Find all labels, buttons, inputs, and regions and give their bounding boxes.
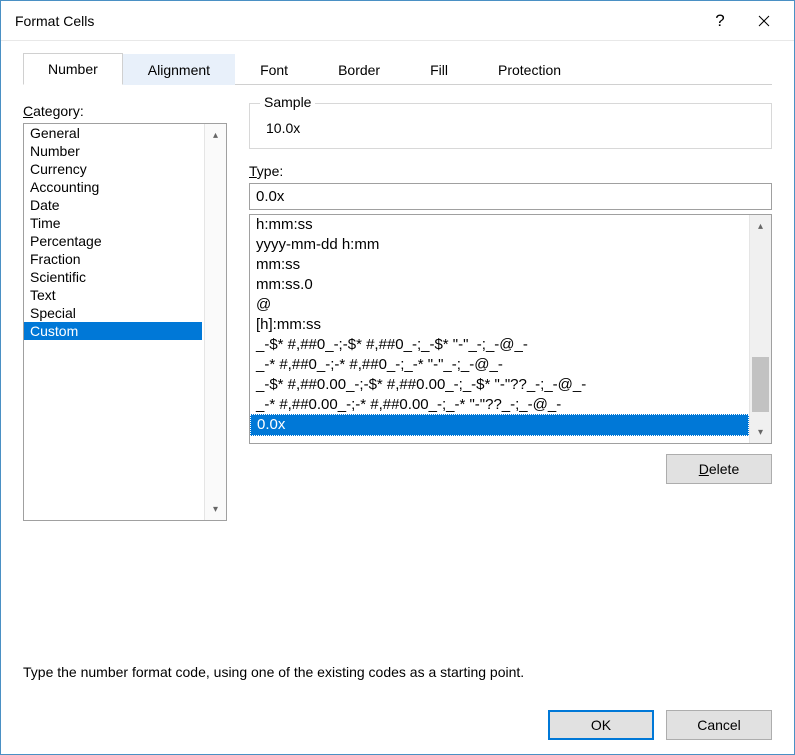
help-button[interactable]: ? [698, 6, 742, 36]
category-label: Category: [23, 103, 227, 119]
type-input[interactable] [249, 183, 772, 210]
category-item[interactable]: Special [24, 304, 202, 322]
type-label: Type: [249, 163, 772, 179]
tabstrip: Number Alignment Font Border Fill Protec… [23, 53, 772, 85]
format-item[interactable]: _-$* #,##0.00_-;-$* #,##0.00_-;_-$* "-"?… [250, 375, 749, 395]
category-item[interactable]: Percentage [24, 232, 202, 250]
scroll-up-icon[interactable]: ▴ [205, 124, 226, 146]
format-item[interactable]: [h]:mm:ss [250, 315, 749, 335]
sample-group: Sample 10.0x [249, 103, 772, 149]
sample-label: Sample [260, 94, 315, 110]
format-listbox[interactable]: h:mm:ss yyyy-mm-dd h:mm mm:ss mm:ss.0 @ … [249, 214, 772, 444]
category-item[interactable]: Date [24, 196, 202, 214]
delete-button-rest: elete [709, 461, 739, 477]
format-cells-dialog: Format Cells ? Number Alignment Font Bor… [0, 0, 795, 755]
category-item[interactable]: Time [24, 214, 202, 232]
tab-border[interactable]: Border [313, 54, 405, 85]
close-button[interactable] [742, 6, 786, 36]
delete-button[interactable]: Delete [666, 454, 772, 484]
format-item[interactable]: yyyy-mm-dd h:mm [250, 235, 749, 255]
tab-alignment[interactable]: Alignment [123, 54, 235, 85]
tab-number[interactable]: Number [23, 53, 123, 85]
category-item[interactable]: Text [24, 286, 202, 304]
format-item[interactable]: mm:ss [250, 255, 749, 275]
format-item[interactable]: @ [250, 295, 749, 315]
category-item[interactable]: Custom [24, 322, 202, 340]
scroll-down-icon[interactable]: ▾ [750, 421, 771, 443]
titlebar: Format Cells ? [1, 1, 794, 41]
scroll-down-icon[interactable]: ▾ [205, 498, 226, 520]
ok-button[interactable]: OK [548, 710, 654, 740]
format-item[interactable]: _-* #,##0.00_-;-* #,##0.00_-;_-* "-"??_-… [250, 395, 749, 415]
format-item[interactable]: mm:ss.0 [250, 275, 749, 295]
category-item[interactable]: Scientific [24, 268, 202, 286]
sample-value: 10.0x [264, 114, 757, 138]
category-item[interactable]: General [24, 124, 202, 142]
category-item[interactable]: Currency [24, 160, 202, 178]
dialog-footer: OK Cancel [1, 694, 794, 754]
category-item[interactable]: Fraction [24, 250, 202, 268]
format-item[interactable]: 0.0x [250, 414, 749, 436]
help-icon: ? [715, 11, 724, 31]
tab-font[interactable]: Font [235, 54, 313, 85]
close-icon [758, 15, 770, 27]
format-item[interactable]: _-$* #,##0_-;-$* #,##0_-;_-$* "-"_-;_-@_… [250, 335, 749, 355]
format-item[interactable]: h:mm:ss [250, 215, 749, 235]
category-listbox[interactable]: General Number Currency Accounting Date … [23, 123, 227, 521]
format-item[interactable]: _-* #,##0_-;-* #,##0_-;_-* "-"_-;_-@_- [250, 355, 749, 375]
dialog-title: Format Cells [15, 13, 698, 29]
format-scrollbar[interactable]: ▴ ▾ [749, 215, 771, 443]
scroll-up-icon[interactable]: ▴ [750, 215, 771, 237]
tab-fill[interactable]: Fill [405, 54, 473, 85]
category-item[interactable]: Accounting [24, 178, 202, 196]
dialog-body: Number Alignment Font Border Fill Protec… [1, 41, 794, 694]
hint-text: Type the number format code, using one o… [23, 664, 772, 680]
tab-content-number: Category: General Number Currency Accoun… [23, 85, 772, 680]
cancel-button[interactable]: Cancel [666, 710, 772, 740]
tab-protection[interactable]: Protection [473, 54, 586, 85]
category-item[interactable]: Number [24, 142, 202, 160]
category-scrollbar[interactable]: ▴ ▾ [204, 124, 226, 520]
scrollbar-thumb[interactable] [752, 357, 769, 412]
scrollbar-track[interactable] [750, 237, 771, 421]
